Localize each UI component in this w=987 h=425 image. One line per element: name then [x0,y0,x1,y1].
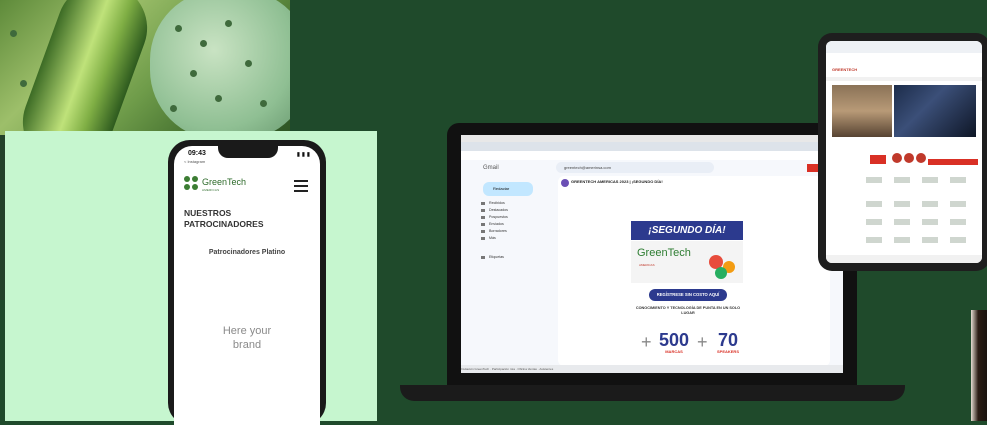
plus-icon: + [697,332,708,352]
nav-item[interactable]: Destacados [481,208,508,212]
sponsor-row [866,199,976,209]
email-logo-block: GreenTech AMERICAS [631,241,743,283]
email-subject: GREENTECH AMERICAS 2023 | ¡SEGUNDO DÍA! [571,179,663,184]
edge-photo [971,310,987,421]
stat-speakers-value: 70 [717,330,739,350]
sender-avatar [561,179,569,187]
browser-tabs[interactable] [461,142,843,151]
nav-item[interactable]: Borradores [481,229,507,233]
brand-placeholder: Here your brand [174,324,320,352]
tablet-browser-bar[interactable] [826,41,982,53]
counter-icon [892,153,902,163]
email-tagline: CONOCIMIENTO Y TECNOLOGÍA DE PUNTA EN UN… [635,306,741,315]
stat-brands-value: 500 [658,330,690,350]
phone-subheading: Patrocinadores Platino [208,249,286,256]
stat-speakers: 70 SPEAKERS [713,331,743,354]
tablet-nav[interactable] [826,77,982,81]
phone-notch [218,146,278,158]
stat-speakers-label: SPEAKERS [716,349,739,354]
hamburger-menu-icon[interactable] [294,180,308,195]
tablet-banner [928,159,978,165]
mac-menu-bar [461,135,843,142]
tablet-bottom-bar[interactable] [826,255,982,263]
gmail-app-rail[interactable] [461,176,475,373]
tablet-mockup: GREENTECH [818,33,987,271]
register-button[interactable]: REGÍSTRESE SIN COSTO AQUÍ [649,289,727,301]
laptop-mockup: Gmail greentech@amerinsa.com Redactar Re… [447,123,857,385]
sponsor-row [866,235,976,245]
nav-item[interactable]: Más [481,236,496,240]
tablet-logo[interactable]: GREENTECH [832,67,857,72]
phone-time: 09:43 [188,150,206,157]
email-logo-brand: GreenTech [637,247,691,259]
phone-status-icons: ▮ ▮ ▮ [296,152,310,158]
tablet-red-button[interactable] [870,155,886,164]
nav-item[interactable]: Enviados [481,222,504,226]
gmail-logo[interactable]: Gmail [483,165,499,171]
nav-item[interactable]: Etiquetas [481,255,504,259]
tablet-screen: GREENTECH [826,41,982,263]
cactus-photo [0,0,290,135]
stat-brands: 500 MARCAS [657,331,691,354]
phone-brand[interactable]: GreenTech [202,177,246,187]
counter-icon [904,153,914,163]
phone-brand-sub: AMERICAS [202,188,220,192]
event-photo [832,85,892,137]
greentech-logo-icon [184,176,198,190]
phone-heading: NUESTROS PATROCINADORES [184,208,264,229]
email-banner: ¡SEGUNDO DÍA! [631,221,743,240]
nav-item[interactable]: Pospuestos [481,215,508,219]
event-photo [894,85,976,137]
nav-item[interactable]: Recibidos [481,201,505,205]
counter-icon [916,153,926,163]
compose-button[interactable]: Redactar [483,182,533,196]
phone-back-link[interactable]: < Instagram [184,159,205,164]
download-bar[interactable]: Invitación GreenTech · Participación mía… [461,365,843,373]
gmail-nav [475,176,555,373]
gmail-search-input[interactable]: greentech@amerinsa.com [556,162,714,173]
sponsor-row [866,217,976,227]
phone-screen: 09:43 < Instagram ▮ ▮ ▮ GreenTech AMERIC… [174,146,320,425]
laptop-base [400,385,905,401]
email-logo-sub: AMERICAS [639,263,655,267]
laptop-screen: Gmail greentech@amerinsa.com Redactar Re… [461,135,843,373]
phone-mockup: 09:43 < Instagram ▮ ▮ ▮ GreenTech AMERIC… [168,140,326,425]
brand-placeholder-text: Here your brand [222,325,272,351]
sponsor-row [866,175,976,185]
plus-icon: + [641,332,652,352]
